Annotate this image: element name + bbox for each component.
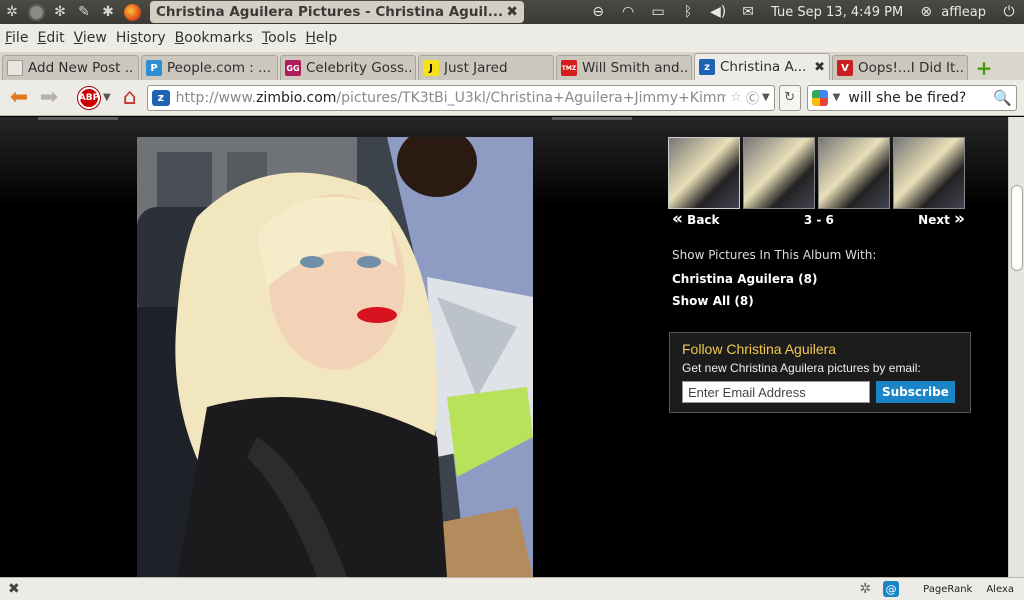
menu-bar: File Edit View History Bookmarks Tools H… xyxy=(0,24,1024,52)
status-close-icon[interactable]: ✖ xyxy=(8,581,20,597)
status-addons: ✲ @ PageRank Alexa xyxy=(859,581,1014,597)
addon-gear-icon[interactable]: ✲ xyxy=(859,581,871,597)
next-link[interactable]: Next » xyxy=(918,211,965,228)
tmz-favicon-icon: TMZ xyxy=(561,60,577,76)
window-title-text: Christina Aguilera Pictures - Christina … xyxy=(156,4,504,20)
back-link[interactable]: « Back xyxy=(672,211,720,228)
status-bar: ✖ ✲ @ PageRank Alexa xyxy=(0,577,1024,600)
url-bar[interactable]: z http://www.zimbio.com/pictures/TK3tBi_… xyxy=(146,84,775,111)
zimbio-favicon-icon: z xyxy=(699,59,715,75)
battery-icon[interactable]: ▭ xyxy=(643,4,673,20)
just-jared-favicon-icon: J xyxy=(423,60,439,76)
tab-christina-aguilera[interactable]: z Christina A... ✖ xyxy=(694,53,830,80)
nav-tab-highlight xyxy=(38,117,118,120)
url-text[interactable]: http://www.zimbio.com/pictures/TK3tBi_U3… xyxy=(176,90,727,106)
new-tab-button[interactable]: + xyxy=(970,55,998,80)
document-icon xyxy=(7,60,23,76)
mail-icon[interactable]: ✉ xyxy=(733,4,763,20)
main-photo[interactable] xyxy=(137,137,533,577)
menu-bookmarks[interactable]: Bookmarks xyxy=(175,30,253,46)
ubuntu-logo-icon[interactable]: ✲ xyxy=(0,0,24,24)
site-badge-icon[interactable]: Ⓒ xyxy=(746,88,759,107)
web-page-content: « Back 3 - 6 Next » Show Pictures In Thi… xyxy=(0,117,1008,577)
navigation-toolbar: ⬅ ➡ ABP ▼ ⌂ z http://www.zimbio.com/pict… xyxy=(0,80,1024,116)
clock[interactable]: Tue Sep 13, 4:49 PM xyxy=(771,5,903,20)
tab-close-icon[interactable]: ✖ xyxy=(808,60,825,75)
power-indicator-icon[interactable]: ⊖ xyxy=(583,4,613,20)
wifi-icon[interactable]: ◠ xyxy=(613,4,643,20)
thumbnail-image[interactable] xyxy=(893,137,965,209)
search-engine-dropdown-icon[interactable]: ▼ xyxy=(833,92,841,103)
thumbnail-strip xyxy=(668,137,965,209)
menu-history[interactable]: History xyxy=(116,30,166,46)
tab-just-jared[interactable]: J Just Jared xyxy=(418,55,554,80)
back-arrow-icon[interactable]: ⬅ xyxy=(4,83,34,113)
user-status-icon[interactable]: ⊗ xyxy=(911,4,941,20)
search-input[interactable]: will she be fired? xyxy=(848,90,993,106)
app-launcher-icon[interactable] xyxy=(24,0,48,24)
active-window-title[interactable]: Christina Aguilera Pictures - Christina … xyxy=(150,1,524,23)
search-bar[interactable]: ▼ will she be fired? 🔍 xyxy=(806,84,1017,111)
adblock-dropdown-icon[interactable]: ▼ xyxy=(103,92,111,103)
menu-view[interactable]: View xyxy=(74,30,107,46)
thumbnail-image[interactable] xyxy=(668,137,740,209)
google-engine-icon[interactable] xyxy=(811,89,828,106)
scrollbar-thumb[interactable] xyxy=(1011,185,1023,271)
tab-oops-i-did-it[interactable]: V Oops!...I Did It... xyxy=(832,55,968,80)
thumbnail-image[interactable] xyxy=(743,137,815,209)
system-tray: ⊖ ◠ ▭ ᛒ ◀) ✉ Tue Sep 13, 4:49 PM ⊗ affle… xyxy=(583,0,1024,24)
left-chevron-icon: « xyxy=(672,209,683,229)
tab-bar: Add New Post ... P People.com : ... GG C… xyxy=(0,52,1024,80)
ubuntu-top-panel: ✲ ✻ ✎ ✱ Christina Aguilera Pictures - Ch… xyxy=(0,0,1024,24)
album-filter-christina[interactable]: Christina Aguilera (8) xyxy=(672,272,818,286)
window-close-icon[interactable]: ✖ xyxy=(506,4,518,20)
follow-form: Subscribe xyxy=(682,381,958,403)
bluetooth-icon[interactable]: ᛒ xyxy=(673,4,703,20)
menu-tools[interactable]: Tools xyxy=(262,30,297,46)
forward-arrow-icon[interactable]: ➡ xyxy=(34,83,64,113)
menu-file[interactable]: File xyxy=(5,30,28,46)
thumbnail-pager: « Back 3 - 6 Next » xyxy=(672,211,965,228)
menu-edit[interactable]: Edit xyxy=(37,30,64,46)
thumbnail-image[interactable] xyxy=(818,137,890,209)
reload-icon[interactable]: ↻ xyxy=(778,84,801,111)
tab-add-new-post[interactable]: Add New Post ... xyxy=(2,55,139,80)
album-filter-show-all[interactable]: Show All (8) xyxy=(672,294,754,308)
follow-title: Follow Christina Aguilera xyxy=(682,341,837,357)
album-filter-heading: Show Pictures In This Album With: xyxy=(672,248,877,262)
photo-illustration xyxy=(137,137,533,577)
follow-email-box: Follow Christina Aguilera Get new Christ… xyxy=(669,332,971,413)
puzzle-icon[interactable]: ✱ xyxy=(96,0,120,24)
page-scrollbar[interactable] xyxy=(1008,117,1024,577)
site-identity-icon[interactable]: z xyxy=(151,89,170,106)
subscribe-button[interactable]: Subscribe xyxy=(876,381,955,403)
follow-subtitle: Get new Christina Aguilera pictures by e… xyxy=(682,361,921,375)
right-chevron-icon: » xyxy=(954,209,965,229)
firefox-icon[interactable] xyxy=(120,0,144,24)
page-range: 3 - 6 xyxy=(803,213,834,227)
tab-people[interactable]: P People.com : ... xyxy=(141,55,278,80)
email-input[interactable] xyxy=(682,381,870,403)
gg-favicon-icon: GG xyxy=(285,60,301,76)
people-favicon-icon: P xyxy=(146,60,162,76)
user-name[interactable]: affleap xyxy=(941,5,986,20)
bookmark-star-icon[interactable]: ☆ xyxy=(730,90,742,105)
tab-will-smith[interactable]: TMZ Will Smith and... xyxy=(556,55,692,80)
settings-gear-icon[interactable]: ✻ xyxy=(48,0,72,24)
menu-help[interactable]: Help xyxy=(305,30,337,46)
home-icon[interactable]: ⌂ xyxy=(123,85,137,110)
tab-celebrity-gossip[interactable]: GG Celebrity Goss... xyxy=(280,55,416,80)
vevo-favicon-icon: V xyxy=(837,60,853,76)
text-editor-icon[interactable]: ✎ xyxy=(72,0,96,24)
volume-icon[interactable]: ◀) xyxy=(703,4,733,20)
url-history-dropdown-icon[interactable]: ▼ xyxy=(762,92,770,103)
search-icon[interactable]: 🔍 xyxy=(993,89,1012,107)
adblock-plus-icon[interactable]: ABP xyxy=(78,86,100,109)
nav-tab-highlight xyxy=(552,117,632,120)
at-sign-icon[interactable]: @ xyxy=(883,581,900,597)
alexa-label[interactable]: Alexa xyxy=(986,584,1014,595)
shutdown-icon[interactable]: ⏻ xyxy=(994,4,1024,20)
pagerank-label[interactable]: PageRank xyxy=(923,584,972,595)
